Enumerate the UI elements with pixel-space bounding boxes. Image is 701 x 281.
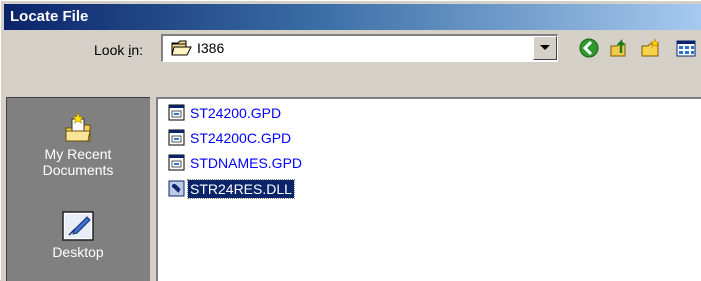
up-one-level-button[interactable] bbox=[607, 35, 633, 61]
new-folder-icon bbox=[641, 38, 660, 57]
create-new-folder-button[interactable] bbox=[638, 35, 664, 61]
title-bar[interactable]: Locate File bbox=[4, 4, 701, 30]
gpd-file-icon bbox=[168, 129, 186, 147]
desktop-icon bbox=[62, 211, 94, 241]
gpd-file-icon bbox=[168, 104, 186, 122]
places-label-recent-line1: My Recent bbox=[44, 146, 112, 162]
back-arrow-icon bbox=[579, 38, 599, 58]
view-menu-button[interactable] bbox=[673, 35, 699, 61]
file-name: STDNAMES.GPD bbox=[190, 155, 303, 171]
look-in-value: I386 bbox=[197, 40, 225, 56]
places-bar: My Recent Documents Desktop bbox=[6, 97, 150, 281]
gpd-file-icon bbox=[168, 154, 186, 172]
back-button[interactable] bbox=[576, 35, 602, 61]
recent-documents-icon bbox=[65, 112, 91, 142]
view-menu-icon bbox=[676, 40, 696, 57]
folder-open-icon bbox=[171, 39, 193, 57]
places-item-desktop[interactable]: Desktop bbox=[7, 208, 149, 260]
file-list[interactable]: ST24200.GPD ST24200C.GPD STDNAMES.GPD ST… bbox=[156, 97, 701, 281]
look-in-label: Look in: bbox=[94, 42, 144, 58]
file-name: ST24200C.GPD bbox=[190, 130, 292, 146]
look-in-dropdown[interactable]: I386 bbox=[161, 34, 558, 62]
file-name: STR24RES.DLL bbox=[187, 179, 295, 199]
places-label-desktop: Desktop bbox=[52, 244, 104, 260]
dropdown-arrow-button[interactable] bbox=[533, 36, 557, 60]
places-item-my-recent-documents[interactable]: My Recent Documents bbox=[7, 112, 149, 178]
file-name: ST24200.GPD bbox=[190, 105, 282, 121]
places-label-recent-line2: Documents bbox=[42, 162, 114, 178]
window-title: Locate File bbox=[10, 8, 89, 25]
dll-file-icon bbox=[168, 180, 186, 198]
up-folder-icon bbox=[610, 38, 626, 57]
locate-file-dialog: Locate File Look in: I386 My Recent Docu… bbox=[0, 0, 701, 281]
chevron-down-icon bbox=[540, 45, 550, 50]
